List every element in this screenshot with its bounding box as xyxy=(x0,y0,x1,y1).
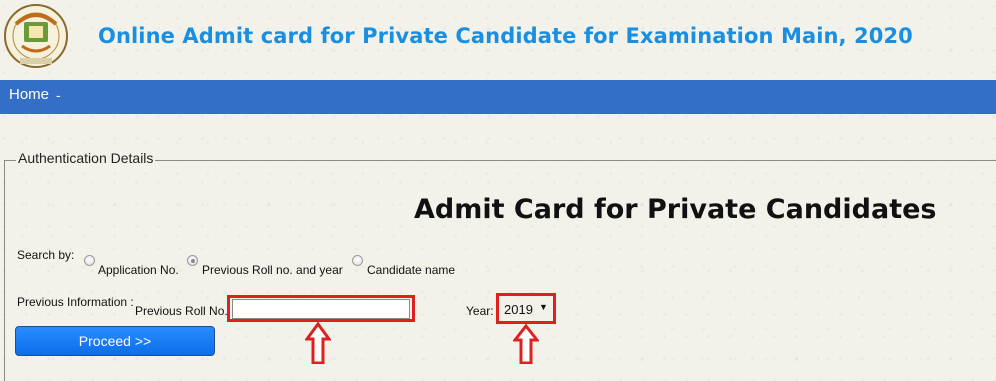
cbse-emblem-icon xyxy=(2,2,70,74)
up-arrow-icon xyxy=(513,324,539,364)
roll-no-input[interactable] xyxy=(232,299,410,319)
radio-application-no[interactable] xyxy=(84,255,95,266)
nav-bar: Home - xyxy=(0,80,996,114)
radio-candidate-name[interactable] xyxy=(352,255,363,266)
radio-label-candidate-name: Candidate name xyxy=(367,263,456,277)
roll-no-highlight xyxy=(227,295,415,322)
up-arrow-icon xyxy=(305,322,331,364)
proceed-button[interactable]: Proceed >> xyxy=(15,326,215,356)
chevron-down-icon: ▼ xyxy=(539,302,548,312)
year-label: Year: xyxy=(466,304,494,318)
nav-separator: - xyxy=(56,87,61,103)
search-by-label: Search by: xyxy=(17,248,75,262)
nav-home-link[interactable]: Home xyxy=(9,86,49,103)
radio-previous-roll-year[interactable] xyxy=(187,255,198,266)
radio-label-previous-roll-year: Previous Roll no. and year xyxy=(202,263,343,277)
year-select-value: 2019 xyxy=(504,302,533,317)
fieldset-legend: Authentication Details xyxy=(16,150,156,166)
year-select[interactable]: 2019 ▼ xyxy=(496,293,556,324)
radio-label-application-no: Application No. xyxy=(98,263,179,277)
roll-no-label: Previous Roll No. xyxy=(135,304,228,318)
page-header: Online Admit card for Private Candidate … xyxy=(0,0,996,80)
form-heading: Admit Card for Private Candidates xyxy=(414,194,937,225)
previous-info-label: Previous Information : xyxy=(17,295,134,309)
page-title: Online Admit card for Private Candidate … xyxy=(98,24,913,48)
